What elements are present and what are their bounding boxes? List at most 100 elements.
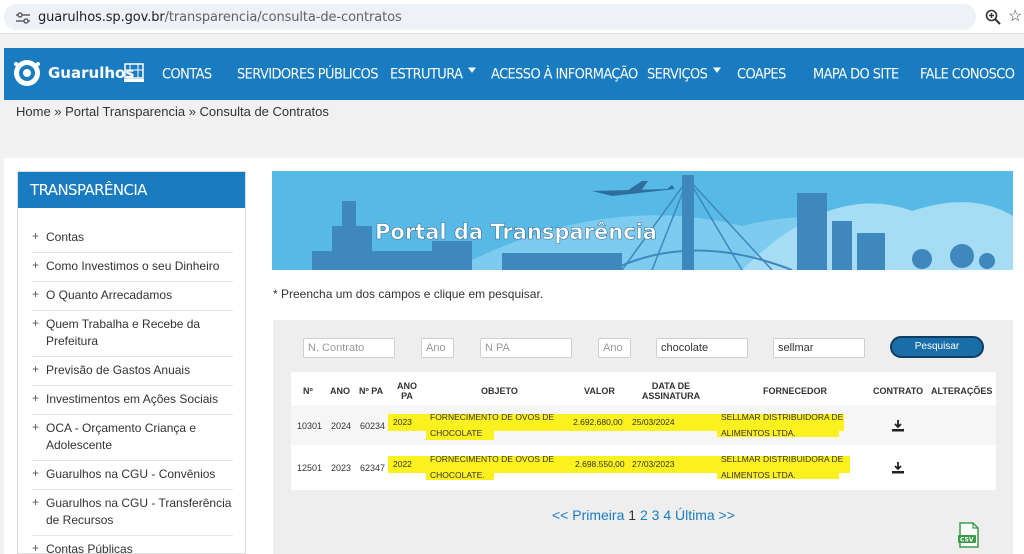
nav-coapes[interactable]: COAPES	[737, 66, 786, 82]
site-logo[interactable]: Guarulhos	[12, 56, 144, 90]
url-host: guarulhos.sp.gov.br	[38, 10, 165, 25]
pager-current-page: 1	[628, 507, 637, 523]
col-header-ano-pa: ANO PA	[397, 381, 417, 401]
browser-address-bar: guarulhos.sp.gov.br/transparencia/consul…	[0, 0, 1024, 34]
row-2-fornecedor-line2: ALIMENTOS LTDA.	[721, 470, 796, 480]
row-2-ano-pa: 2022	[393, 459, 412, 469]
col-header-data-line2: ASSINATURA	[641, 391, 701, 401]
col-header-ano-pa-line2: PA	[401, 391, 413, 401]
nav-estrutura[interactable]: ESTRUTURA	[390, 66, 477, 83]
sidebar-item-como-investimos[interactable]: + Como Investimos o seu Dinheiro	[32, 253, 233, 282]
plus-icon: +	[32, 316, 40, 330]
breadcrumb[interactable]: Home » Portal Transparencia » Consulta d…	[16, 104, 329, 119]
sidebar-item-label: O Quanto Arrecadamos	[46, 288, 173, 302]
row-2-objeto-line1: FORNECIMENTO DE OVOS DE	[430, 454, 555, 464]
url-path: /transparencia/consulta-de-contratos	[164, 10, 402, 25]
plus-icon: +	[32, 466, 40, 480]
n-contrato-input[interactable]: N. Contrato	[303, 338, 395, 358]
plus-icon: +	[32, 495, 40, 509]
plus-icon: +	[32, 420, 40, 434]
row-1-ano: 2024	[331, 421, 352, 431]
row-1-data: 25/03/2024	[632, 417, 675, 427]
sidebar-item-label: Como Investimos o seu Dinheiro	[46, 259, 220, 273]
sidebar-item-oca[interactable]: + OCA - Orçamento Criança e Adolescente	[32, 415, 233, 461]
download-icon[interactable]	[892, 462, 904, 474]
col-header-fornecedor: FORNECEDOR	[763, 386, 828, 396]
nav-estrutura-label: ESTRUTURA	[390, 66, 463, 83]
nav-contas[interactable]: CONTAS	[162, 66, 212, 82]
plus-icon: +	[32, 541, 40, 554]
sidebar-item-label: OCA - Orçamento Criança e Adolescente	[46, 421, 197, 452]
transparency-banner: Portal da Transparência	[272, 171, 1013, 270]
row-2-objeto-line2: CHOCOLATE.	[430, 470, 485, 480]
row-1-ano-pa: 2023	[393, 417, 412, 427]
pager-first-link[interactable]: << Primeira	[552, 507, 624, 523]
sidebar-item-contas[interactable]: + Contas	[32, 224, 233, 253]
download-icon[interactable]	[892, 420, 904, 432]
col-header-ano-pa-line1: ANO	[397, 381, 417, 391]
col-header-data-assinatura: DATA DE ASSINATURA	[640, 381, 702, 401]
main-navbar: Guarulhos CONTAS SERVIDORES PÚBLICOS EST…	[4, 48, 1024, 100]
row-2-ano: 2023	[331, 463, 352, 473]
pager-last-link[interactable]: Última >>	[675, 507, 735, 523]
pager-page-2[interactable]: 2	[640, 507, 648, 523]
row-1-valor: 2.692.680,00	[573, 417, 623, 427]
chevron-down-icon	[468, 67, 477, 73]
pager-page-3[interactable]: 3	[652, 507, 660, 523]
row-1-n: 10301	[297, 421, 323, 431]
city-seal-icon	[124, 63, 144, 82]
col-header-objeto: OBJETO	[481, 386, 518, 396]
sidebar-item-cgu-convenios[interactable]: + Guarulhos na CGU - Convênios	[32, 461, 233, 490]
plus-icon: +	[32, 362, 40, 376]
sidebar-item-label: Guarulhos na CGU - Transferência de Recu…	[46, 496, 232, 527]
row-2-fornecedor-line1: SELLMAR DISTRIBUIDORA DE	[721, 454, 844, 464]
nav-servicos[interactable]: SERVIÇOS	[647, 66, 722, 83]
nav-fale-conosco[interactable]: FALE CONOSCO	[920, 66, 1015, 82]
sidebar-item-acoes-sociais[interactable]: + Investimentos em Ações Sociais	[32, 386, 233, 415]
sidebar-item-previsao-gastos[interactable]: + Previsão de Gastos Anuais	[32, 357, 233, 386]
sidebar: TRANSPARÊNCIA + Contas + Como Investimos o…	[17, 171, 246, 554]
pesquisar-button[interactable]: Pesquisar	[890, 336, 984, 358]
row-1-objeto-line1: FORNECIMENTO DE OVOS DE	[430, 412, 555, 422]
nav-servidores-publicos[interactable]: SERVIDORES PÚBLICOS	[237, 66, 379, 82]
row-1-fornecedor-line2: ALIMENTOS LTDA.	[721, 428, 796, 438]
row-2-valor: 2.698.550,00	[575, 459, 625, 469]
plus-icon: +	[32, 229, 40, 243]
skyline-illustration: Portal da Transparência	[312, 175, 1013, 270]
ano-pa-input[interactable]: Ano	[598, 338, 631, 358]
zoom-icon[interactable]	[985, 9, 1001, 25]
nav-mapa-do-site[interactable]: MAPA DO SITE	[813, 66, 899, 82]
tune-icon[interactable]	[16, 12, 30, 24]
url-field[interactable]: guarulhos.sp.gov.br/transparencia/consul…	[4, 4, 976, 30]
col-header-data-line1: DATA DE	[651, 381, 691, 391]
nav-servicos-label: SERVIÇOS	[647, 66, 708, 83]
sidebar-title: TRANSPARÊNCIA	[18, 172, 245, 208]
n-pa-input[interactable]: N PA	[480, 338, 572, 358]
sidebar-item-quem-trabalha[interactable]: + Quem Trabalha e Recebe da Prefeitura	[32, 311, 233, 357]
sidebar-item-label: Contas Públicas	[46, 542, 133, 554]
csv-icon[interactable]: CSV	[958, 522, 980, 548]
fornecedor-input[interactable]: sellmar	[773, 338, 865, 358]
ano-input[interactable]: Ano	[421, 338, 454, 358]
star-icon[interactable]: ☆	[1008, 6, 1022, 26]
sidebar-item-label: Guarulhos na CGU - Convênios	[46, 467, 216, 481]
sidebar-item-cgu-transferencia[interactable]: + Guarulhos na CGU - Transferência de Rec…	[32, 490, 233, 536]
chevron-down-icon	[713, 67, 722, 73]
nav-acesso-informacao[interactable]: ACESSO À INFORMAÇÃO	[491, 66, 638, 82]
pager-page-4[interactable]: 4	[663, 507, 671, 523]
row-1-fornecedor-line1: SELLMAR DISTRIBUIDORA DE	[721, 412, 844, 422]
sidebar-item-label: Previsão de Gastos Anuais	[46, 363, 191, 377]
col-header-alteracoes: ALTERAÇÕES	[931, 386, 993, 396]
row-2-npa: 62347	[360, 463, 386, 473]
pagination: << Primeira 1 2 3 4 Última >>	[552, 507, 735, 523]
col-header-valor: VALOR	[584, 386, 615, 396]
sidebar-item-contas-publicas[interactable]: + Contas Públicas	[32, 536, 233, 554]
col-header-ano: ANO	[330, 386, 350, 396]
logo-mark-icon	[14, 60, 40, 86]
objeto-input[interactable]: chocolate	[656, 338, 748, 358]
url-text[interactable]: guarulhos.sp.gov.br/transparencia/consul…	[38, 10, 402, 25]
search-hint: * Preencha um dos campos e clique em pes…	[273, 287, 544, 301]
sidebar-item-quanto-arrecadamos[interactable]: + O Quanto Arrecadamos	[32, 282, 233, 311]
svg-text:CSV: CSV	[960, 537, 974, 544]
plus-icon: +	[32, 258, 40, 272]
